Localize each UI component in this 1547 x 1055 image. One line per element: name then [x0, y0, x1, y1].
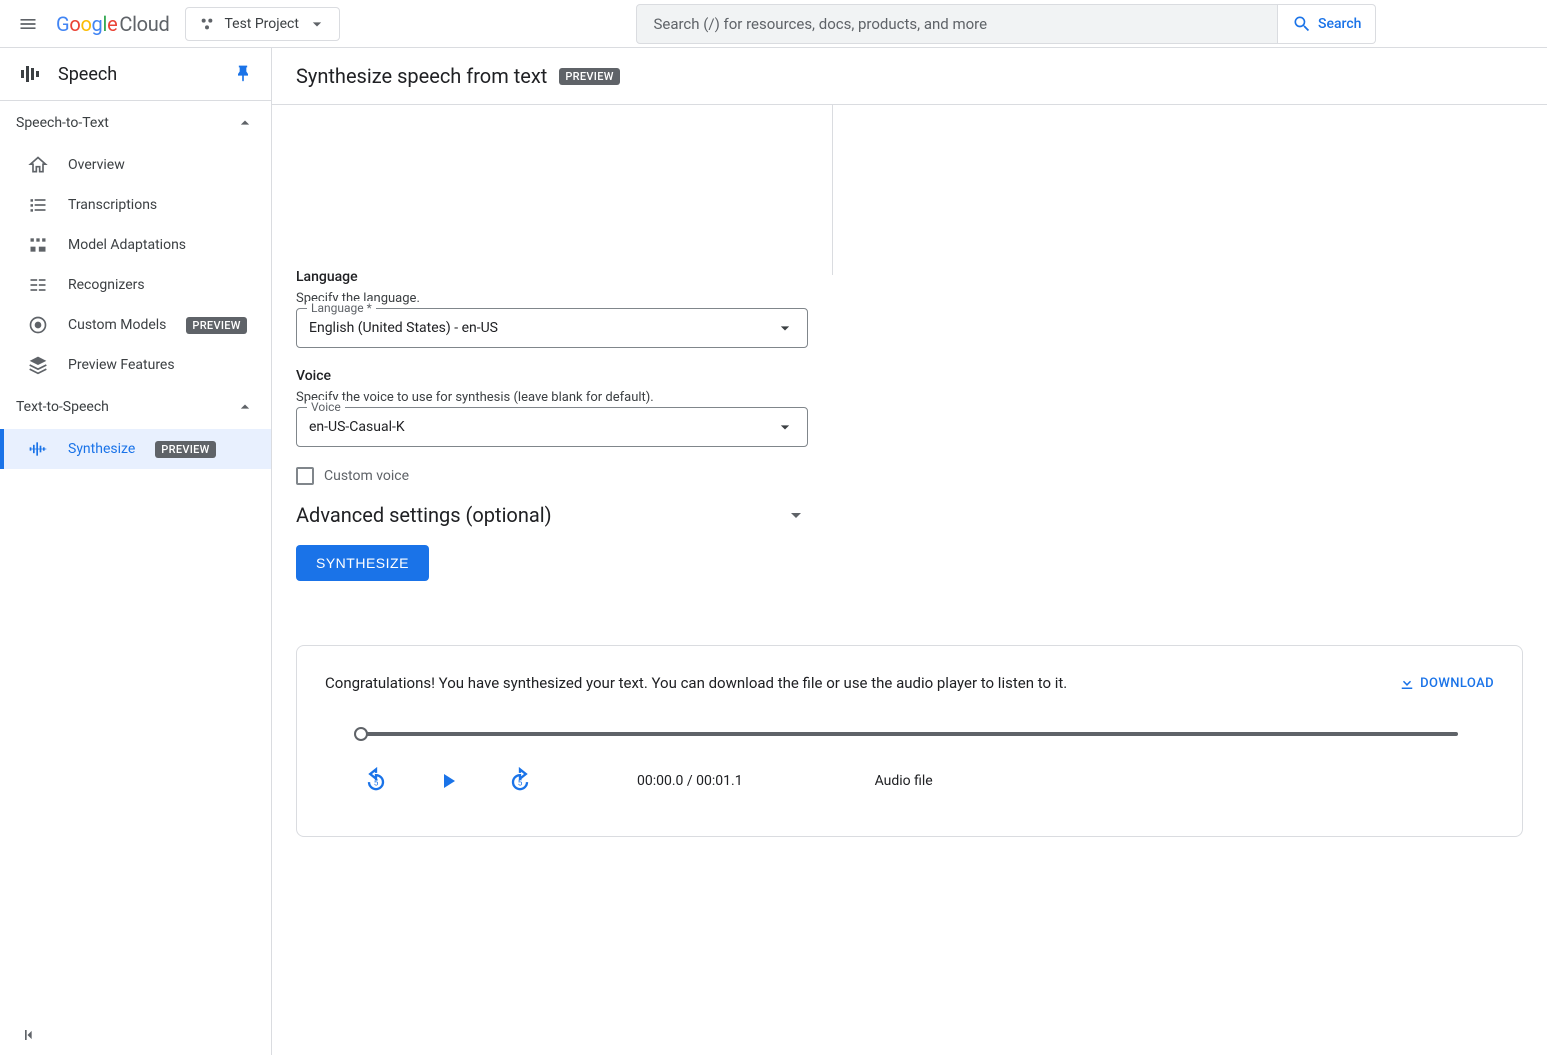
custom-voice-label: Custom voice: [324, 468, 409, 484]
dropdown-icon: [775, 318, 795, 338]
svg-text:5: 5: [518, 778, 523, 788]
audio-player-controls: 5 5 00:00.0 / 00:01.1 Audio file: [325, 766, 1494, 796]
sidebar-item-recognizers[interactable]: Recognizers: [0, 265, 271, 305]
dropdown-icon: [775, 417, 795, 437]
voice-desc: Specify the voice to use for synthesis (…: [296, 390, 808, 405]
voice-value: en-US-Casual-K: [309, 419, 405, 435]
speech-product-icon: [18, 62, 42, 86]
result-message: Congratulations! You have synthesized yo…: [325, 674, 1378, 692]
custom-voice-checkbox-row[interactable]: Custom voice: [296, 467, 808, 485]
sidebar-item-label: Overview: [68, 157, 125, 173]
preview-badge: PREVIEW: [186, 317, 246, 334]
custom-voice-checkbox[interactable]: [296, 467, 314, 485]
sidebar-item-label: Synthesize: [68, 441, 135, 457]
audio-file-label: Audio file: [875, 773, 933, 789]
search-bar: Search (/) for resources, docs, products…: [636, 4, 1376, 44]
language-select[interactable]: Language * English (United States) - en-…: [296, 308, 808, 348]
voice-field-label: Voice: [307, 400, 345, 414]
project-picker[interactable]: Test Project: [185, 7, 339, 41]
search-input[interactable]: Search (/) for resources, docs, products…: [636, 4, 1278, 44]
advanced-settings-label: Advanced settings (optional): [296, 503, 784, 527]
search-placeholder: Search (/) for resources, docs, products…: [653, 15, 987, 33]
sidebar-item-label: Recognizers: [68, 277, 145, 293]
audio-seek-slider[interactable]: [361, 732, 1458, 736]
voice-title: Voice: [296, 368, 808, 384]
advanced-settings-toggle[interactable]: Advanced settings (optional): [296, 485, 808, 545]
chevron-up-icon: [235, 397, 255, 417]
sidebar-item-synthesize[interactable]: Synthesize PREVIEW: [0, 429, 271, 469]
download-label: DOWNLOAD: [1420, 676, 1494, 691]
search-button[interactable]: Search: [1278, 4, 1376, 44]
sidebar-item-model-adaptations[interactable]: Model Adaptations: [0, 225, 271, 265]
project-name: Test Project: [224, 16, 298, 32]
adaptation-icon: [28, 235, 48, 255]
audio-time: 00:00.0 / 00:01.1: [637, 773, 743, 789]
language-value: English (United States) - en-US: [309, 320, 498, 336]
sidebar: Speech Speech-to-Text Overview Transcrip…: [0, 48, 272, 1055]
section-speech-to-text[interactable]: Speech-to-Text: [0, 101, 271, 145]
sidebar-item-transcriptions[interactable]: Transcriptions: [0, 185, 271, 225]
sidebar-item-label: Preview Features: [68, 357, 175, 373]
chevron-down-icon: [784, 503, 808, 527]
sidebar-item-preview-features[interactable]: Preview Features: [0, 345, 271, 385]
google-cloud-logo[interactable]: Google Cloud: [56, 12, 169, 36]
page-preview-badge: PREVIEW: [559, 68, 619, 85]
download-icon: [1398, 674, 1416, 692]
sidebar-item-label: Transcriptions: [68, 197, 157, 213]
recognizers-icon: [28, 275, 48, 295]
sidebar-item-label: Custom Models: [68, 317, 166, 333]
language-group: Language Specify the language. Language …: [296, 269, 808, 348]
page-header: Synthesize speech from text PREVIEW: [272, 48, 1547, 105]
global-header: Google Cloud Test Project Search (/) for…: [0, 0, 1547, 48]
search-icon: [1292, 14, 1312, 34]
download-button[interactable]: DOWNLOAD: [1398, 674, 1494, 692]
sidebar-item-custom-models[interactable]: Custom Models PREVIEW: [0, 305, 271, 345]
pin-icon[interactable]: [233, 64, 253, 84]
product-title: Speech: [58, 64, 217, 85]
sidebar-item-label: Model Adaptations: [68, 237, 186, 253]
list-icon: [28, 195, 48, 215]
chevron-up-icon: [235, 113, 255, 133]
language-field-label: Language *: [307, 301, 376, 315]
sidebar-header: Speech: [0, 48, 271, 101]
play-button[interactable]: [433, 766, 463, 796]
forward-5-button[interactable]: 5: [505, 766, 535, 796]
section-text-to-speech[interactable]: Text-to-Speech: [0, 385, 271, 429]
collapse-icon: [20, 1025, 40, 1045]
synthesize-button[interactable]: SYNTHESIZE: [296, 545, 429, 581]
sidebar-collapse[interactable]: [0, 1014, 271, 1055]
layers-icon: [28, 355, 48, 375]
search-button-label: Search: [1318, 16, 1361, 32]
preview-badge: PREVIEW: [155, 441, 215, 458]
svg-text:5: 5: [374, 778, 379, 788]
section-tts-label: Text-to-Speech: [16, 399, 109, 415]
result-card: Congratulations! You have synthesized yo…: [296, 645, 1523, 837]
dropdown-icon: [307, 14, 327, 34]
section-stt-label: Speech-to-Text: [16, 115, 109, 131]
sidebar-item-overview[interactable]: Overview: [0, 145, 271, 185]
home-icon: [28, 155, 48, 175]
language-title: Language: [296, 269, 808, 285]
rewind-5-button[interactable]: 5: [361, 766, 391, 796]
right-panel: [832, 105, 1547, 275]
voice-select[interactable]: Voice en-US-Casual-K: [296, 407, 808, 447]
audio-seek-thumb[interactable]: [354, 727, 368, 741]
synthesize-icon: [28, 439, 48, 459]
voice-group: Voice Specify the voice to use for synth…: [296, 368, 808, 447]
page-title: Synthesize speech from text: [296, 64, 547, 88]
main-content: Synthesize speech from text PREVIEW Lang…: [272, 48, 1547, 1055]
custom-models-icon: [28, 315, 48, 335]
hamburger-menu-icon[interactable]: [16, 12, 40, 36]
project-icon: [198, 15, 216, 33]
